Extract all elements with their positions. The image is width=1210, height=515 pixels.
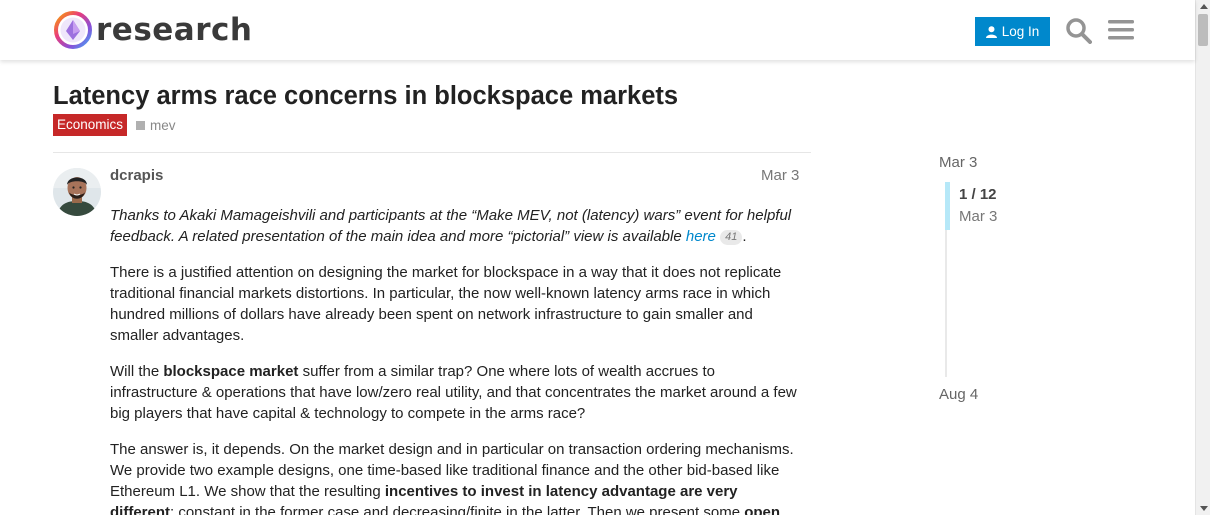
- bold-text: open: [744, 504, 781, 515]
- topic-title[interactable]: Latency arms race concerns in blockspace…: [53, 82, 678, 111]
- hamburger-menu-icon: [1108, 20, 1134, 40]
- site-logo[interactable]: research: [53, 10, 252, 50]
- timeline-position: 1 / 12: [959, 186, 997, 203]
- research-logo-icon: [54, 11, 92, 49]
- post-paragraph-1: Thanks to Akaki Mamageishvili and partic…: [110, 205, 805, 247]
- avatar[interactable]: [53, 168, 101, 216]
- post-paragraph-4: The answer is, it depends. On the market…: [110, 439, 805, 515]
- timeline-handle[interactable]: [945, 182, 950, 230]
- paragraph-text: : constant in the former case and decrea…: [170, 504, 745, 515]
- divider: [53, 152, 811, 153]
- search-icon: [1065, 17, 1092, 44]
- presentation-link[interactable]: here: [686, 228, 716, 245]
- bold-text: blockspace market: [163, 363, 299, 380]
- paragraph-text: Will the: [110, 363, 164, 380]
- scroll-up-arrow-icon[interactable]: [1200, 4, 1208, 9]
- timeline-end-date[interactable]: Aug 4: [939, 386, 978, 403]
- timeline-start-date[interactable]: Mar 3: [939, 154, 977, 171]
- timeline-position-date: Mar 3: [959, 208, 998, 225]
- post-body: Thanks to Akaki Mamageishvili and partic…: [110, 205, 805, 515]
- page-scrollbar[interactable]: [1195, 0, 1210, 515]
- user-icon: [985, 25, 997, 38]
- category-badge[interactable]: Economics: [53, 114, 128, 136]
- menu-button[interactable]: [1106, 15, 1136, 45]
- search-button[interactable]: [1063, 15, 1093, 45]
- logo-text: research: [96, 12, 253, 48]
- post-paragraph-3: Will the blockspace market suffer from a…: [110, 361, 805, 424]
- avatar-image: [53, 168, 101, 216]
- post-username[interactable]: dcrapis: [110, 167, 163, 184]
- scrollbar-thumb[interactable]: [1198, 14, 1208, 46]
- tag-square-icon: [136, 120, 146, 130]
- topic-tags: Economics mev: [53, 114, 176, 136]
- scroll-down-arrow-icon[interactable]: [1200, 506, 1208, 511]
- login-button[interactable]: Log In: [975, 17, 1050, 46]
- site-header: research Log In: [0, 0, 1195, 60]
- tag-mev[interactable]: mev: [136, 118, 176, 133]
- login-label: Log In: [1001, 24, 1040, 39]
- paragraph-end: .: [742, 228, 747, 245]
- post-paragraph-2: There is a justified attention on design…: [110, 264, 782, 344]
- tag-label: mev: [150, 117, 176, 133]
- link-click-count: 41: [720, 230, 743, 245]
- post-date[interactable]: Mar 3: [761, 167, 799, 184]
